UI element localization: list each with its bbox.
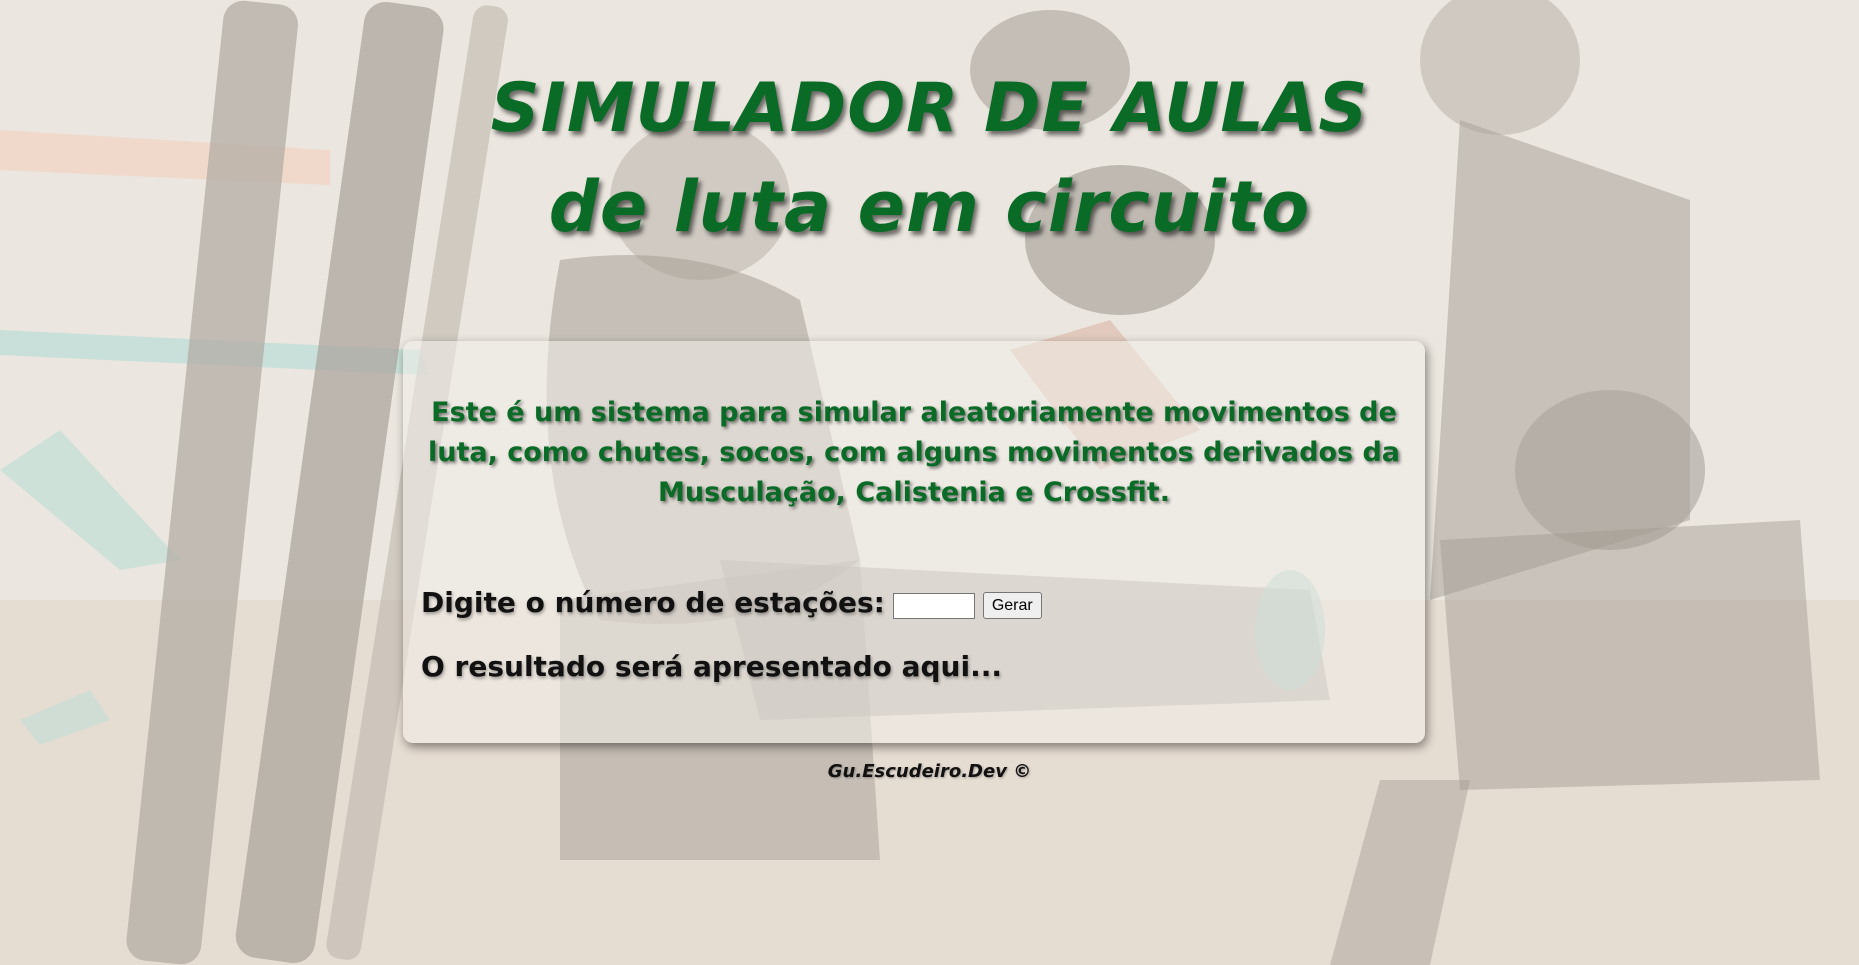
stations-form: Digite o número de estações: Gerar [421,586,1042,619]
simulator-card: Este é um sistema para simular aleatoria… [403,341,1425,743]
stations-label: Digite o número de estações: [421,586,885,619]
result-text: O resultado será apresentado aqui... [421,650,1002,683]
description-text: Este é um sistema para simular aleatoria… [427,397,1401,508]
title-line-1: SIMULADOR DE AULAS [490,69,1369,148]
stations-input[interactable] [892,592,975,619]
generate-button[interactable]: Gerar [982,592,1042,619]
footer-credit: Gu.Escudeiro.Dev © [827,761,1032,782]
title-line-2: de luta em circuito [548,166,1311,248]
page-title: SIMULADOR DE AULAS de luta em circuito [0,60,1859,256]
